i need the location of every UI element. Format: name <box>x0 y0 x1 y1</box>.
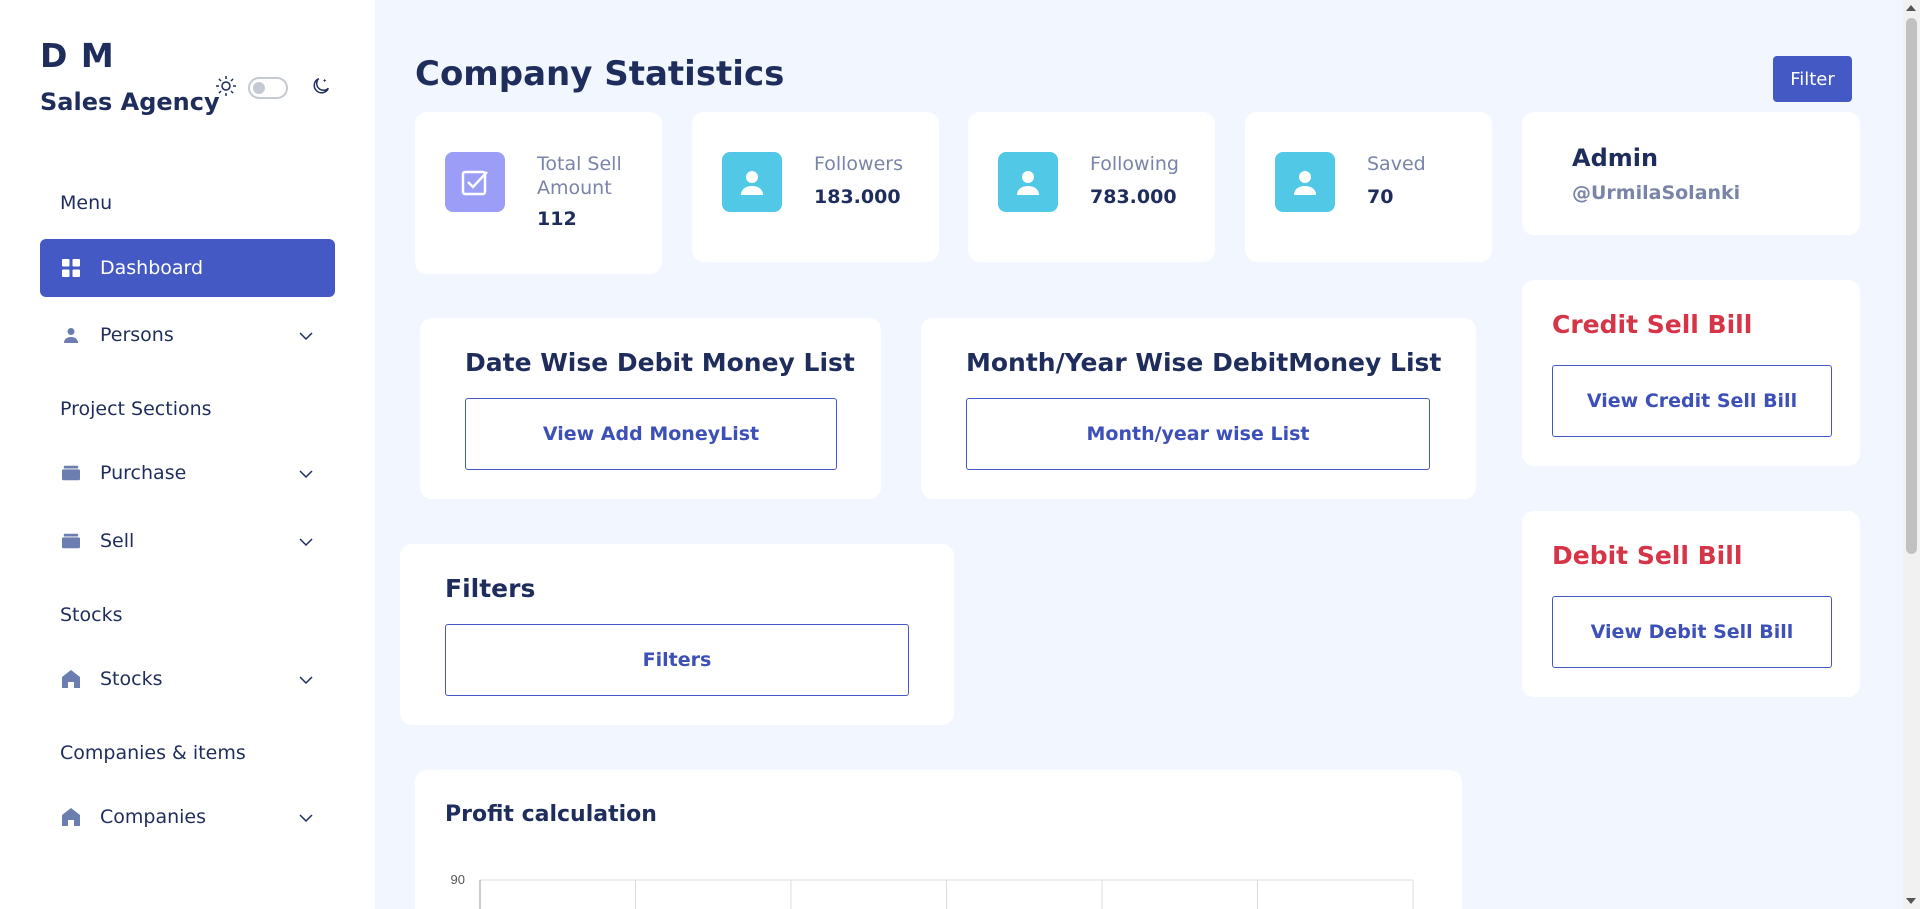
stat-value: 70 <box>1367 186 1394 208</box>
stat-card-total-sell: Total Sell Amount 112 <box>415 112 662 274</box>
page-title: Company Statistics <box>415 54 785 94</box>
stat-card-saved: Saved 70 <box>1245 112 1492 262</box>
person-icon <box>62 326 80 344</box>
chevron-down-icon <box>299 326 313 345</box>
brand-subtitle: Sales Agency <box>40 88 220 116</box>
stat-card-following: Following 783.000 <box>968 112 1215 262</box>
filter-button[interactable]: Filter <box>1773 56 1852 102</box>
section-project: Project Sections <box>60 398 212 420</box>
profit-chart: 90 <box>451 872 1414 909</box>
sidebar-item-sell[interactable]: Sell <box>40 512 335 570</box>
month-year-list-button[interactable]: Month/year wise List <box>966 398 1430 470</box>
view-debit-sell-bill-button[interactable]: View Debit Sell Bill <box>1552 596 1832 668</box>
stat-label: Total Sell Amount <box>537 153 622 199</box>
section-companies: Companies & items <box>60 742 246 764</box>
chevron-down-icon <box>299 808 313 827</box>
profit-chart-card: Profit calculation 90 <box>415 770 1462 909</box>
stat-value: 112 <box>537 208 577 230</box>
view-add-moneylist-button[interactable]: View Add MoneyList <box>465 398 837 470</box>
month-wise-card: Month/Year Wise DebitMoney List Month/ye… <box>921 318 1476 499</box>
card-title: Filters <box>445 574 536 603</box>
theme-switch <box>214 74 332 102</box>
admin-card: Admin @UrmilaSolanki <box>1522 112 1860 235</box>
view-credit-sell-bill-button[interactable]: View Credit Sell Bill <box>1552 365 1832 437</box>
brand-title: D M <box>40 36 115 75</box>
credit-sell-bill-card: Credit Sell Bill View Credit Sell Bill <box>1522 280 1860 466</box>
card-title: Date Wise Debit Money List <box>465 348 855 377</box>
sidebar-item-label: Dashboard <box>100 257 204 279</box>
sidebar-item-companies[interactable]: Companies <box>40 788 335 846</box>
user-icon <box>998 152 1058 212</box>
checkbox-icon <box>445 152 505 212</box>
chart-grid <box>479 879 1414 909</box>
stat-card-followers: Followers 183.000 <box>692 112 939 262</box>
stat-value: 783.000 <box>1090 186 1177 208</box>
section-menu: Menu <box>60 192 113 214</box>
box-icon <box>62 532 80 550</box>
user-icon <box>722 152 782 212</box>
chevron-down-icon <box>299 464 313 483</box>
toggle-knob <box>253 82 265 94</box>
card-title: Month/Year Wise DebitMoney List <box>966 348 1442 377</box>
sun-icon <box>214 74 238 102</box>
stat-value: 183.000 <box>814 186 901 208</box>
scroll-thumb[interactable] <box>1906 18 1917 554</box>
grid-icon <box>62 259 80 277</box>
sidebar-item-dashboard[interactable]: Dashboard <box>40 239 335 297</box>
theme-toggle[interactable] <box>248 77 288 99</box>
date-wise-card: Date Wise Debit Money List View Add Mone… <box>420 318 881 499</box>
debit-sell-bill-card: Debit Sell Bill View Debit Sell Bill <box>1522 511 1860 697</box>
card-title: Debit Sell Bill <box>1552 541 1743 570</box>
sidebar-item-label: Stocks <box>100 668 163 690</box>
scrollbar[interactable] <box>1903 0 1920 909</box>
chevron-down-icon <box>299 532 313 551</box>
sidebar-item-label: Purchase <box>100 462 187 484</box>
sidebar-item-label: Persons <box>100 324 174 346</box>
user-icon <box>1275 152 1335 212</box>
scroll-down-arrow[interactable] <box>1906 898 1916 904</box>
filters-card: Filters Filters <box>400 544 954 725</box>
sidebar: D M Sales Agency Menu Dashboard Persons … <box>0 0 375 909</box>
sidebar-item-stocks[interactable]: Stocks <box>40 650 335 708</box>
stat-label: Following <box>1090 153 1179 175</box>
box-icon <box>62 464 80 482</box>
home-icon <box>62 670 80 688</box>
filters-button[interactable]: Filters <box>445 624 909 696</box>
moon-icon <box>310 75 332 101</box>
chevron-down-icon <box>299 670 313 689</box>
section-stocks: Stocks <box>60 604 123 626</box>
sidebar-item-label: Sell <box>100 530 135 552</box>
sidebar-item-purchase[interactable]: Purchase <box>40 444 335 502</box>
stat-label: Saved <box>1367 153 1426 175</box>
sidebar-item-label: Companies <box>100 806 207 828</box>
y-tick-label: 90 <box>451 872 465 887</box>
home-icon <box>62 808 80 826</box>
scroll-up-arrow[interactable] <box>1906 5 1916 11</box>
card-title: Credit Sell Bill <box>1552 310 1753 339</box>
sidebar-item-persons[interactable]: Persons <box>40 306 335 364</box>
admin-handle: @UrmilaSolanki <box>1572 182 1741 204</box>
stat-label: Followers <box>814 153 903 175</box>
admin-name: Admin <box>1572 144 1659 172</box>
